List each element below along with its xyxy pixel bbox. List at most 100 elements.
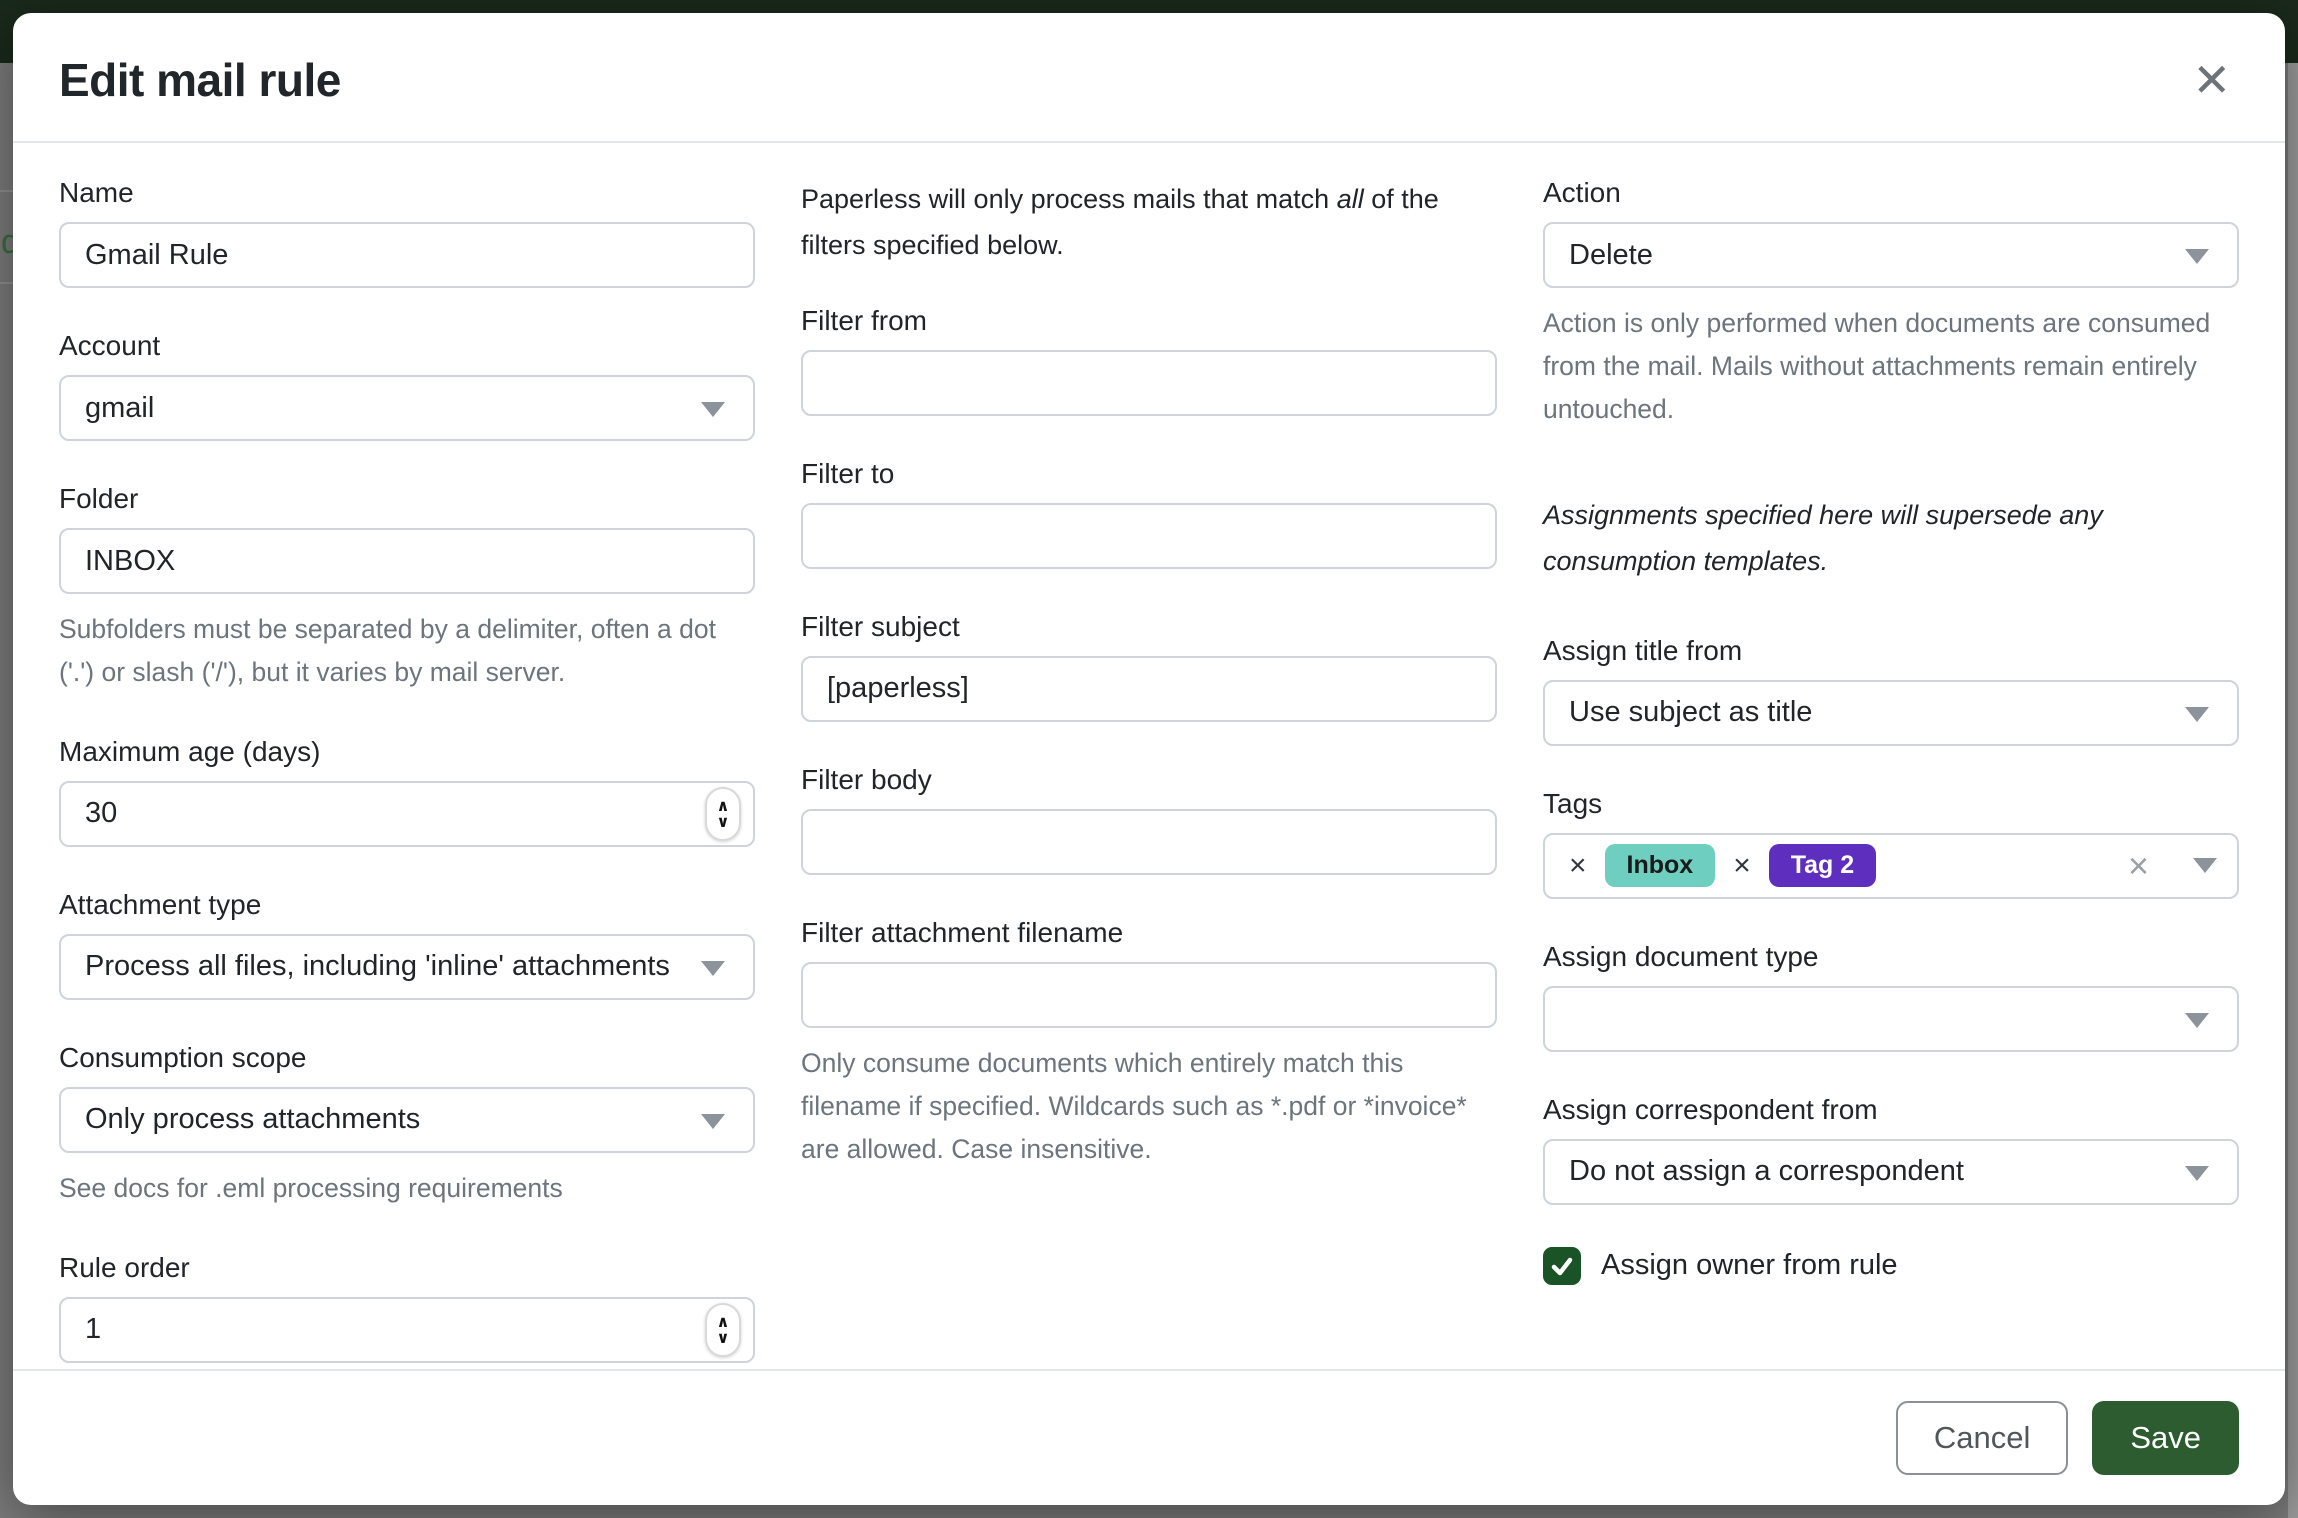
assign-owner-row: Assign owner from rule (1543, 1247, 2239, 1285)
chevron-down-icon (701, 961, 725, 976)
rule-order-field: Rule order 1 ∧∨ (59, 1252, 755, 1363)
assign-correspondent-from-field: Assign correspondent from Do not assign … (1543, 1094, 2239, 1205)
account-label: Account (59, 330, 755, 362)
action-selected-value: Delete (1569, 239, 1653, 272)
action-assignments-column: Action Delete Action is only performed w… (1543, 177, 2239, 1369)
tags-label: Tags (1543, 788, 2239, 820)
tags-field: Tags × Inbox × Tag 2 × (1543, 788, 2239, 899)
save-button[interactable]: Save (2092, 1401, 2239, 1475)
chevron-down-icon (2185, 249, 2209, 264)
filter-attachment-filename-input[interactable] (801, 962, 1497, 1028)
chevron-down-icon[interactable] (2193, 858, 2217, 873)
attachment-type-selected-value: Process all files, including 'inline' at… (85, 950, 670, 983)
consumption-scope-selected-value: Only process attachments (85, 1103, 420, 1136)
assign-correspondent-from-label: Assign correspondent from (1543, 1094, 2239, 1126)
action-select[interactable]: Delete (1543, 222, 2239, 288)
attachment-type-field: Attachment type Process all files, inclu… (59, 889, 755, 1000)
folder-label: Folder (59, 483, 755, 515)
assign-title-from-selected-value: Use subject as title (1569, 696, 1812, 729)
maximum-age-input[interactable]: 30 ∧∨ (59, 781, 755, 847)
dialog-body: Name Account gmail Folder Subfolders mus… (13, 143, 2285, 1369)
tag-pill-tag2: Tag 2 (1769, 844, 1876, 887)
name-label: Name (59, 177, 755, 209)
account-select[interactable]: gmail (59, 375, 755, 441)
dimmed-row-divider (0, 190, 13, 192)
maximum-age-label: Maximum age (days) (59, 736, 755, 768)
dimmed-row-divider (0, 282, 13, 284)
filter-from-input[interactable] (801, 350, 1497, 416)
filter-attachment-filename-label: Filter attachment filename (801, 917, 1497, 949)
filter-body-input[interactable] (801, 809, 1497, 875)
action-help-text: Action is only performed when documents … (1543, 302, 2239, 431)
check-icon (1550, 1254, 1574, 1278)
folder-input[interactable] (59, 528, 755, 594)
filter-body-label: Filter body (801, 764, 1497, 796)
consumption-scope-help-text: See docs for .eml processing requirement… (59, 1167, 755, 1210)
account-field: Account gmail (59, 330, 755, 441)
edit-mail-rule-dialog: Edit mail rule ✕ Name Account gmail Fold… (13, 13, 2285, 1505)
rule-order-stepper[interactable]: ∧∨ (705, 1303, 741, 1357)
chevron-down-icon (2185, 707, 2209, 722)
assignments-note-text: Assignments specified here will supersed… (1543, 493, 2239, 585)
clear-tags-icon[interactable]: × (2128, 845, 2149, 887)
name-field: Name (59, 177, 755, 288)
consumption-scope-select[interactable]: Only process attachments (59, 1087, 755, 1153)
filters-column: Paperless will only process mails that m… (801, 177, 1497, 1369)
filters-intro-text: Paperless will only process mails that m… (801, 177, 1497, 269)
filter-to-input[interactable] (801, 503, 1497, 569)
chevron-down-icon (2185, 1166, 2209, 1181)
rule-order-label: Rule order (59, 1252, 755, 1284)
filter-from-field: Filter from (801, 305, 1497, 416)
assign-document-type-select[interactable] (1543, 986, 2239, 1052)
account-selected-value: gmail (85, 392, 154, 425)
cancel-button[interactable]: Cancel (1896, 1401, 2069, 1475)
filter-to-label: Filter to (801, 458, 1497, 490)
close-icon[interactable]: ✕ (2184, 53, 2239, 107)
dialog-footer: Cancel Save (13, 1369, 2285, 1505)
filter-subject-field: Filter subject (801, 611, 1497, 722)
name-input[interactable] (59, 222, 755, 288)
consumption-scope-label: Consumption scope (59, 1042, 755, 1074)
attachment-type-select[interactable]: Process all files, including 'inline' at… (59, 934, 755, 1000)
assign-title-from-label: Assign title from (1543, 635, 2239, 667)
assign-correspondent-from-select[interactable]: Do not assign a correspondent (1543, 1139, 2239, 1205)
maximum-age-stepper[interactable]: ∧∨ (705, 787, 741, 841)
assign-title-from-select[interactable]: Use subject as title (1543, 680, 2239, 746)
chevron-down-icon (2185, 1013, 2209, 1028)
dimmed-page-edge: d (0, 63, 13, 1518)
page-scrollbar[interactable] (2288, 63, 2298, 1518)
tag-pill-inbox: Inbox (1605, 844, 1716, 887)
assign-document-type-label: Assign document type (1543, 941, 2239, 973)
assign-owner-checkbox[interactable] (1543, 1247, 1581, 1285)
filter-subject-label: Filter subject (801, 611, 1497, 643)
maximum-age-field: Maximum age (days) 30 ∧∨ (59, 736, 755, 847)
assign-document-type-field: Assign document type (1543, 941, 2239, 1052)
rule-order-input[interactable]: 1 ∧∨ (59, 1297, 755, 1363)
action-label: Action (1543, 177, 2239, 209)
remove-tag-icon[interactable]: × (1565, 849, 1591, 883)
dialog-title: Edit mail rule (59, 53, 341, 107)
filter-attachment-filename-field: Filter attachment filename Only consume … (801, 917, 1497, 1171)
assign-owner-label: Assign owner from rule (1601, 1249, 1898, 1282)
dialog-header: Edit mail rule ✕ (13, 13, 2285, 143)
rule-order-value: 1 (85, 1313, 101, 1346)
action-field: Action Delete Action is only performed w… (1543, 177, 2239, 431)
filter-from-label: Filter from (801, 305, 1497, 337)
assign-correspondent-from-selected-value: Do not assign a correspondent (1569, 1155, 1964, 1188)
consumption-scope-field: Consumption scope Only process attachmen… (59, 1042, 755, 1210)
folder-field: Folder Subfolders must be separated by a… (59, 483, 755, 694)
folder-help-text: Subfolders must be separated by a delimi… (59, 608, 755, 694)
filter-to-field: Filter to (801, 458, 1497, 569)
remove-tag-icon[interactable]: × (1729, 849, 1755, 883)
dimmed-page-text: d (1, 223, 13, 262)
chevron-down-icon (701, 1114, 725, 1129)
assign-title-from-field: Assign title from Use subject as title (1543, 635, 2239, 746)
general-settings-column: Name Account gmail Folder Subfolders mus… (59, 177, 755, 1369)
filter-attachment-filename-help-text: Only consume documents which entirely ma… (801, 1042, 1497, 1171)
filter-body-field: Filter body (801, 764, 1497, 875)
maximum-age-value: 30 (85, 797, 117, 830)
attachment-type-label: Attachment type (59, 889, 755, 921)
chevron-down-icon (701, 402, 725, 417)
tags-select[interactable]: × Inbox × Tag 2 × (1543, 833, 2239, 899)
filter-subject-input[interactable] (801, 656, 1497, 722)
